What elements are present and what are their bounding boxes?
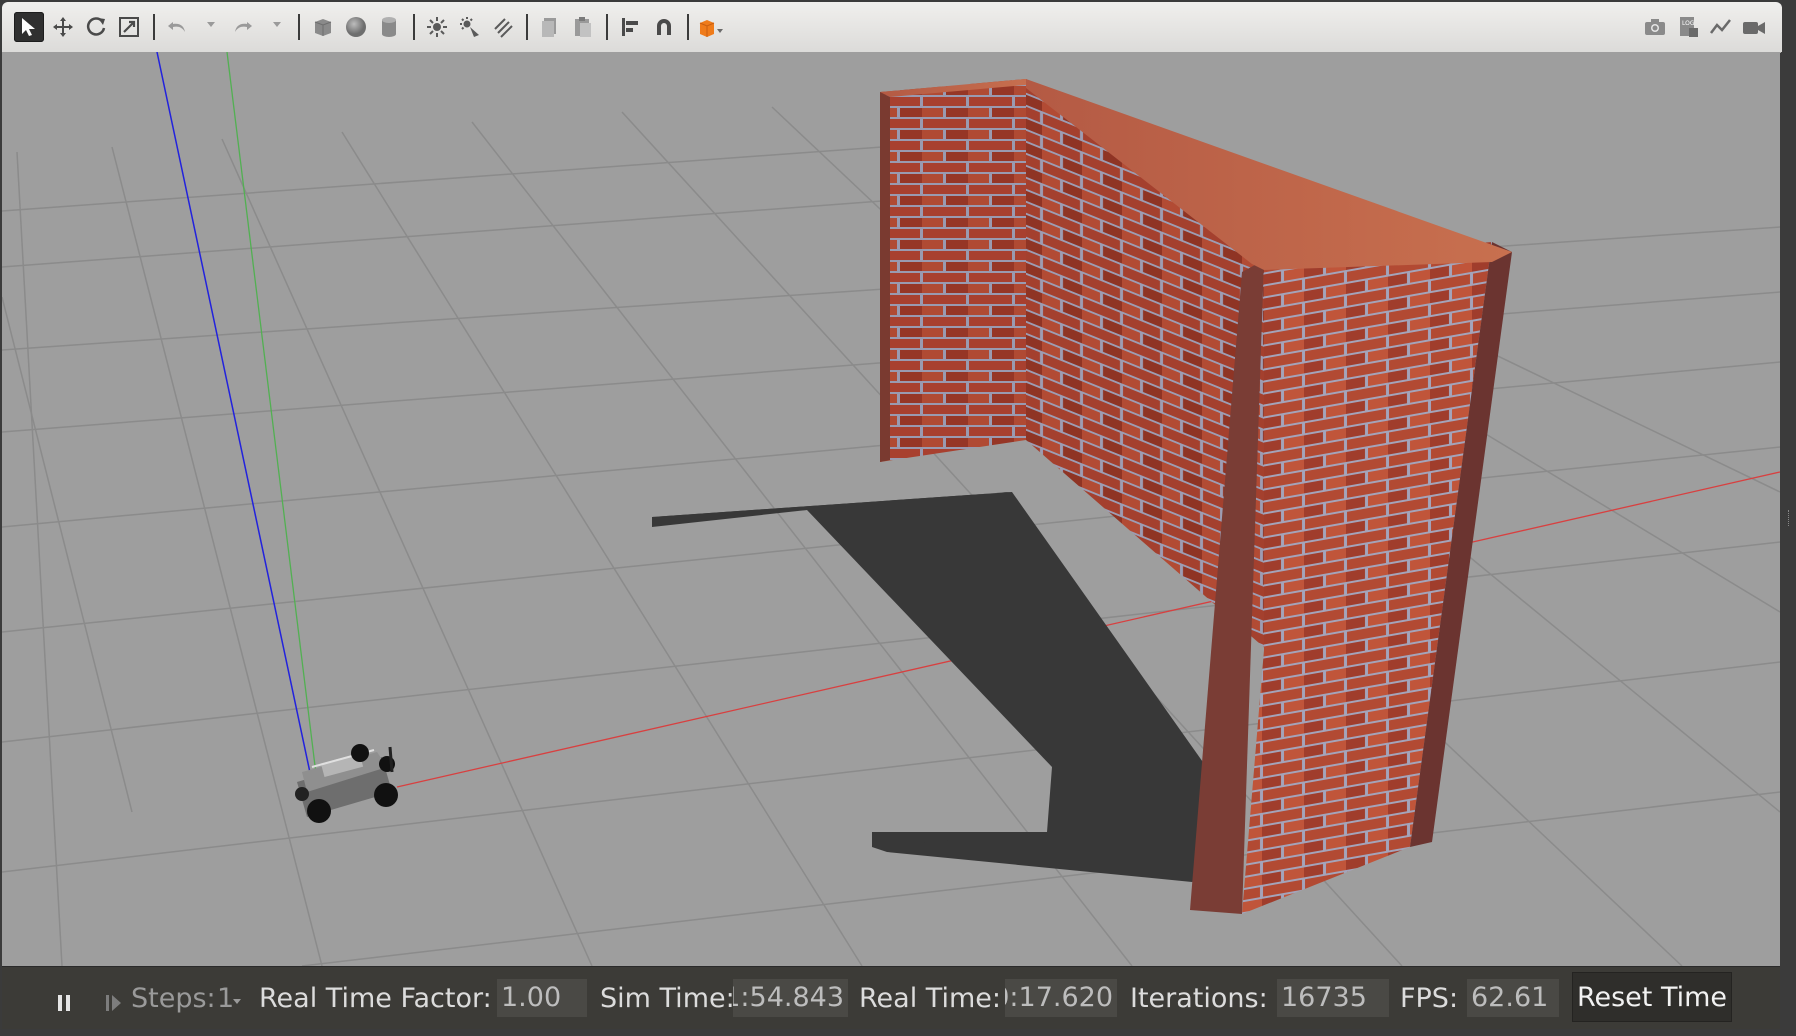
top-toolbar: LOG [2, 2, 1782, 53]
box-shape-icon[interactable] [308, 12, 338, 42]
step-icon[interactable] [104, 989, 124, 1020]
sim-time-label: Sim Time: [600, 983, 735, 1014]
steps-label: Steps: [131, 983, 216, 1014]
cylinder-shape-icon[interactable] [374, 12, 404, 42]
fps-value: 62.61 [1467, 979, 1559, 1017]
pause-icon[interactable] [56, 989, 72, 1020]
paste-icon[interactable] [568, 12, 598, 42]
3d-viewport[interactable] [2, 52, 1780, 966]
toolbar-separator [153, 14, 155, 40]
copy-icon[interactable] [535, 12, 565, 42]
screenshot-icon[interactable] [1640, 12, 1670, 42]
undo-icon[interactable] [162, 12, 192, 42]
real-time-label: Real Time: [859, 983, 1001, 1014]
scene-canvas [2, 52, 1780, 966]
side-panel-handle[interactable] [1781, 52, 1796, 1030]
svg-text:LOG: LOG [1682, 20, 1695, 27]
fps-label: FPS: [1400, 983, 1459, 1014]
directional-light-icon[interactable] [488, 12, 518, 42]
real-time-value: 0:17.620 [1005, 979, 1117, 1017]
redo-history-dropdown[interactable] [273, 22, 281, 27]
iterations-label: Iterations: [1130, 983, 1268, 1014]
toolbar-separator [298, 14, 300, 40]
wall-left-segment [880, 79, 1026, 462]
video-record-icon[interactable] [1739, 12, 1769, 42]
real-time-factor-label: Real Time Factor: [259, 983, 492, 1014]
plot-icon[interactable] [1706, 12, 1736, 42]
sim-time-value: 1:54.843 [733, 979, 848, 1017]
undo-history-dropdown[interactable] [207, 22, 215, 27]
gazebo-window: LOG Steps: 1 Real Time Factor: 1.00 Sim … [0, 0, 1796, 1036]
toolbar-separator [413, 14, 415, 40]
iterations-value: 16735 [1277, 979, 1389, 1017]
rotate-mode-icon[interactable] [81, 12, 111, 42]
toolbar-separator [687, 14, 689, 40]
align-icon[interactable] [616, 12, 646, 42]
toolbar-separator [526, 14, 528, 40]
select-mode-icon[interactable] [14, 12, 44, 42]
redo-icon[interactable] [228, 12, 258, 42]
point-light-icon[interactable] [422, 12, 452, 42]
toolbar-separator [606, 14, 608, 40]
steps-dropdown[interactable] [233, 999, 241, 1004]
time-panel: Steps: 1 Real Time Factor: 1.00 Sim Time… [2, 966, 1780, 1029]
spot-light-icon[interactable] [455, 12, 485, 42]
change-view-icon[interactable] [696, 12, 726, 42]
reset-time-button[interactable]: Reset Time [1572, 972, 1732, 1022]
log-icon[interactable]: LOG [1673, 12, 1703, 42]
translate-mode-icon[interactable] [48, 12, 78, 42]
scale-mode-icon[interactable] [114, 12, 144, 42]
snap-icon[interactable] [649, 12, 679, 42]
real-time-factor-value: 1.00 [497, 979, 587, 1017]
steps-value[interactable]: 1 [217, 981, 234, 1017]
sphere-shape-icon[interactable] [341, 12, 371, 42]
